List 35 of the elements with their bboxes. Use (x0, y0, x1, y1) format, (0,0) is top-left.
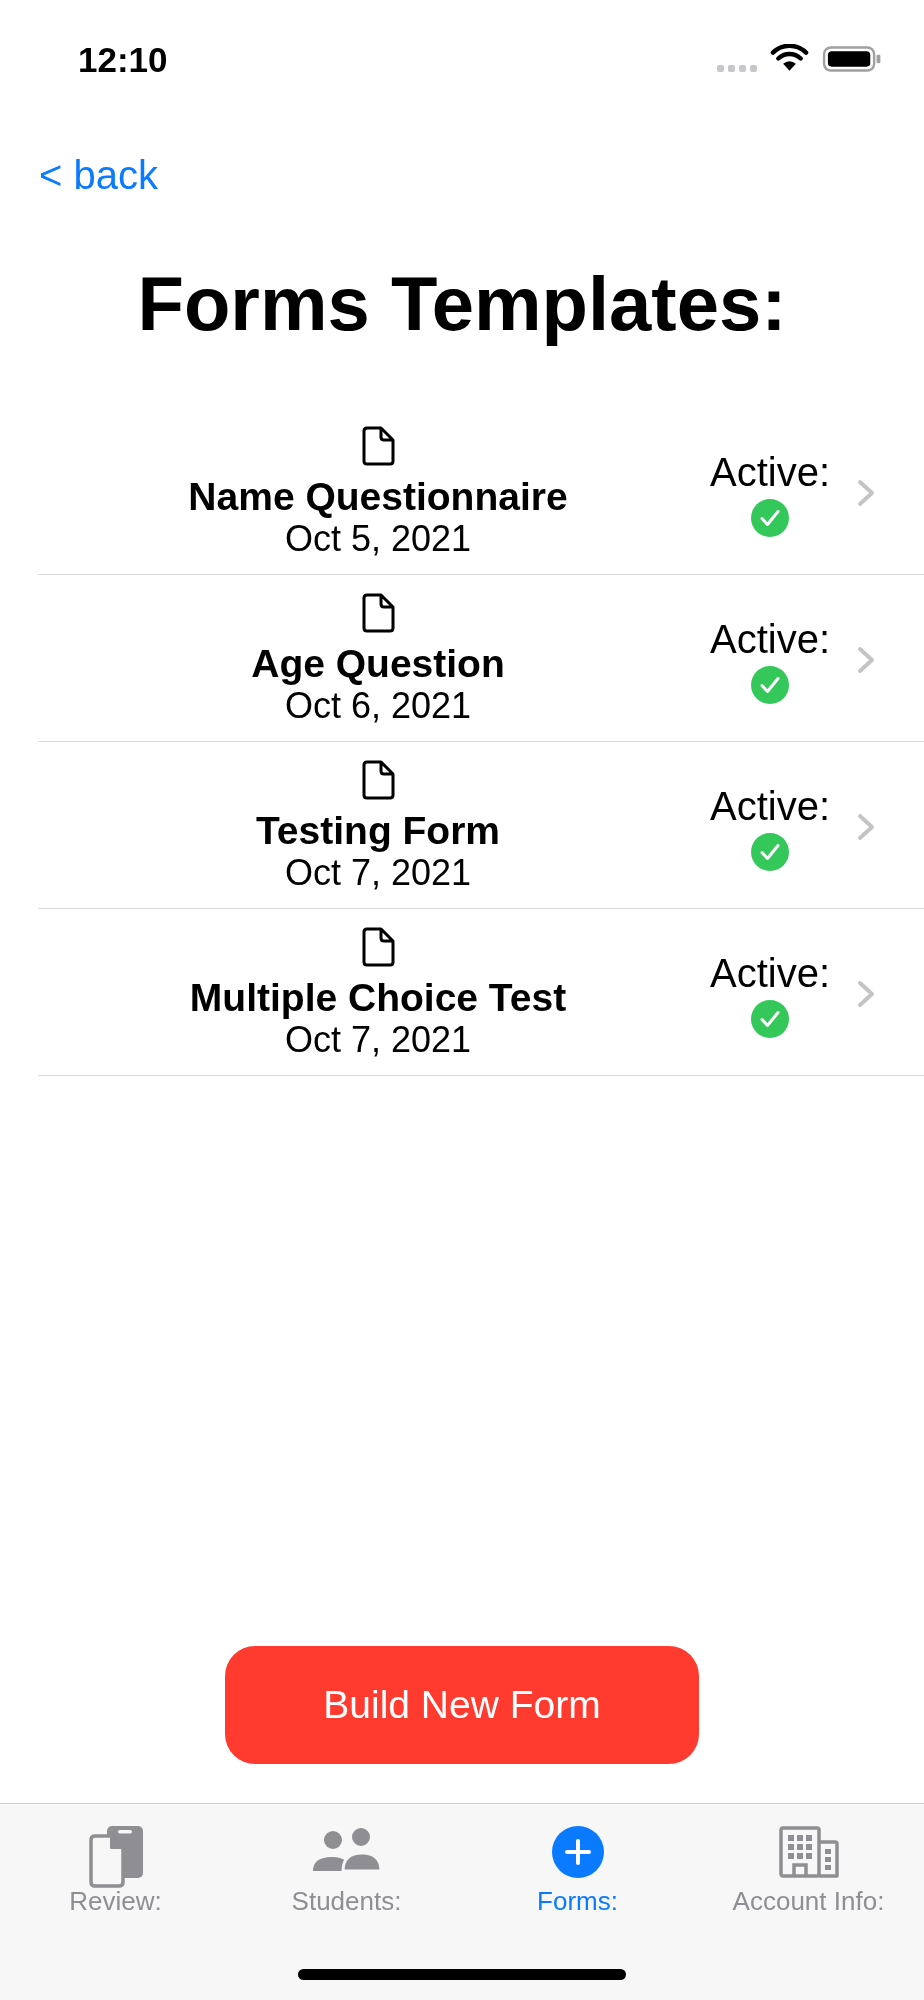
document-icon (361, 927, 395, 967)
chevron-icon[interactable] (857, 813, 875, 841)
form-name: Multiple Choice Test (189, 977, 567, 1019)
status-time: 12:10 (78, 39, 168, 81)
form-name: Testing Form (255, 810, 501, 852)
document-icon (361, 760, 395, 800)
form-name: Age Question (251, 643, 505, 685)
build-new-form-button[interactable]: Build New Form (225, 1646, 699, 1764)
signal-icon (717, 65, 757, 72)
status-label: Active: (710, 616, 831, 661)
people-icon (310, 1826, 383, 1872)
document-icon (361, 426, 395, 466)
back-link[interactable]: < back (39, 151, 158, 199)
building-icon (778, 1826, 839, 1878)
chevron-icon[interactable] (857, 980, 875, 1008)
form-date: Oct 6, 2021 (284, 685, 472, 727)
tab-item[interactable]: Forms: (462, 1804, 693, 1914)
form-date: Oct 7, 2021 (284, 1019, 472, 1061)
plus-circle-icon (551, 1826, 604, 1878)
status-label: Active: (710, 950, 831, 995)
document-icon (361, 593, 395, 633)
tab-item[interactable]: Review: (0, 1804, 231, 1914)
form-date: Oct 7, 2021 (284, 852, 472, 894)
tab-item[interactable]: Students: (231, 1804, 462, 1914)
form-name: Name Questionnaire (188, 476, 568, 518)
status-label: Active: (710, 449, 831, 494)
page-title: Forms Templates: (136, 260, 788, 348)
chevron-icon[interactable] (857, 646, 875, 674)
documents-icon (88, 1826, 143, 1888)
tab-item[interactable]: Account Info: (693, 1804, 924, 1914)
form-date: Oct 5, 2021 (284, 518, 472, 560)
battery-icon (822, 46, 881, 72)
wifi-icon (770, 44, 809, 72)
status-label: Active: (710, 783, 831, 828)
chevron-icon[interactable] (857, 479, 875, 507)
